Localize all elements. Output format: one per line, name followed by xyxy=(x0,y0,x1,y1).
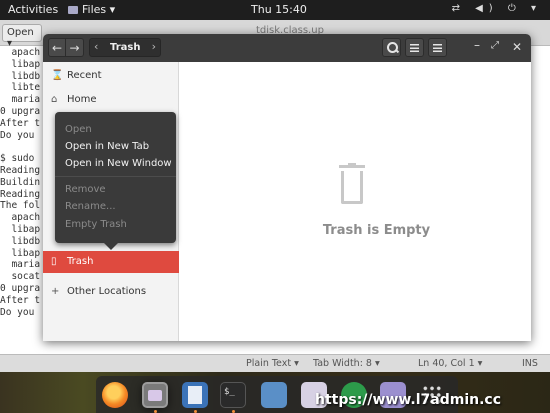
chevron-left-icon[interactable]: ‹ xyxy=(94,40,98,53)
sidebar-item-recent[interactable]: ⌛ Recent xyxy=(43,65,179,87)
path-crumb-trash[interactable]: Trash xyxy=(110,42,140,53)
search-icon[interactable] xyxy=(382,38,401,57)
language-selector[interactable]: Plain Text ▾ xyxy=(246,358,299,369)
settings-app-icon[interactable] xyxy=(261,382,287,408)
top-panel: Activities Files ▾ Thu 15:40 ⇄ ◀) ⏻ ▾ xyxy=(0,0,550,20)
menu-item-open[interactable]: Open xyxy=(65,124,92,135)
sidebar-item-home[interactable]: ⌂ Home xyxy=(43,89,179,111)
menu-item-open-new-tab[interactable]: Open in New Tab xyxy=(65,141,149,152)
forward-button[interactable]: → xyxy=(66,38,84,57)
text-editor-icon[interactable] xyxy=(182,382,208,408)
terminal-icon[interactable]: $_ xyxy=(220,382,246,408)
app-menu[interactable]: Files ▾ xyxy=(68,3,115,16)
menu-item-remove[interactable]: Remove xyxy=(65,184,106,195)
trash-icon: ▯ xyxy=(51,256,57,267)
menu-separator xyxy=(55,176,176,177)
menu-item-rename[interactable]: Rename... xyxy=(65,201,116,212)
files-icon[interactable] xyxy=(142,382,168,408)
app-menu-label: Files ▾ xyxy=(82,3,116,16)
files-headerbar: ← → ‹ Trash › – ⤢ ✕ xyxy=(43,34,531,62)
activities-button[interactable]: Activities xyxy=(8,3,58,16)
empty-trash-icon xyxy=(332,163,372,207)
sidebar-item-label: Other Locations xyxy=(67,286,147,297)
cursor-position[interactable]: Ln 40, Col 1 ▾ xyxy=(418,358,482,369)
files-app-icon xyxy=(68,6,78,14)
arrow-right-icon: → xyxy=(69,41,80,55)
close-icon[interactable]: ✕ xyxy=(510,40,524,54)
back-button[interactable]: ← xyxy=(48,38,66,57)
menu-item-empty-trash[interactable]: Empty Trash xyxy=(65,219,127,230)
clock-icon: ⌛ xyxy=(51,70,64,81)
sidebar-context-menu: Open Open in New Tab Open in New Window … xyxy=(55,112,176,250)
clock[interactable]: Thu 15:40 xyxy=(251,3,307,16)
minimize-icon[interactable]: – xyxy=(470,38,484,52)
plus-icon: + xyxy=(51,286,60,297)
sidebar-item-other-locations[interactable]: + Other Locations xyxy=(43,281,179,303)
path-bar[interactable]: ‹ Trash › xyxy=(89,38,161,57)
home-icon: ⌂ xyxy=(51,94,58,105)
insert-mode: INS xyxy=(522,358,538,369)
empty-state-message: Trash is Empty xyxy=(322,223,431,238)
gedit-statusbar: Plain Text ▾ Tab Width: 8 ▾ Ln 40, Col 1… xyxy=(0,354,550,372)
maximize-icon[interactable]: ⤢ xyxy=(488,40,502,51)
tab-width-selector[interactable]: Tab Width: 8 ▾ xyxy=(313,358,380,369)
watermark: https://www.l7admin.cc xyxy=(315,392,502,408)
arrow-left-icon: ← xyxy=(51,41,63,55)
hamburger-menu-icon[interactable] xyxy=(428,38,447,57)
sidebar-item-trash[interactable]: ▯ Trash xyxy=(43,251,179,273)
sidebar-item-label: Home xyxy=(67,94,97,105)
system-tray-icons[interactable]: ⇄ ◀) ⏻ ▾ xyxy=(452,3,542,14)
firefox-icon[interactable] xyxy=(102,382,128,408)
sidebar-item-label: Recent xyxy=(67,70,102,81)
sidebar-item-label: Trash xyxy=(67,256,94,267)
chevron-right-icon[interactable]: › xyxy=(152,40,156,53)
list-view-icon[interactable] xyxy=(405,38,424,57)
open-button[interactable]: Open ▾ xyxy=(2,24,42,49)
menu-item-open-new-window[interactable]: Open in New Window xyxy=(65,158,172,169)
